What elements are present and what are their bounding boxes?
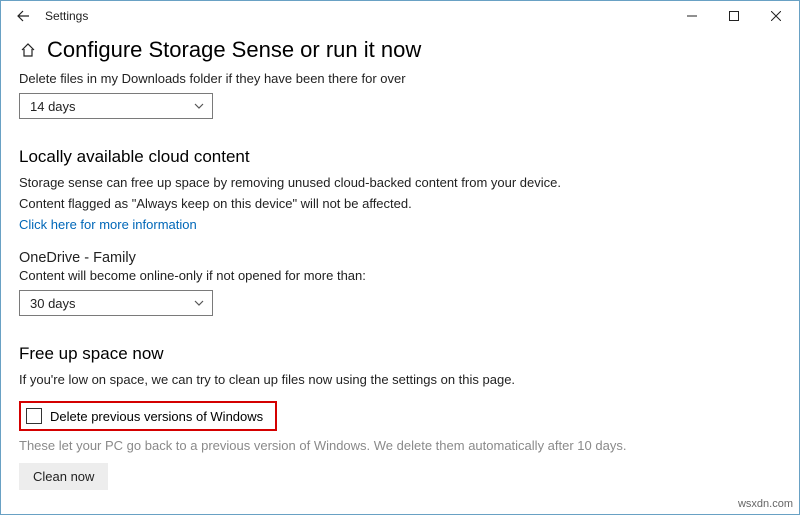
window-controls — [671, 1, 797, 31]
freeup-heading: Free up space now — [19, 344, 781, 364]
back-arrow-icon — [15, 8, 31, 24]
close-icon — [771, 11, 781, 21]
chevron-down-icon — [194, 300, 204, 306]
onedrive-text: Content will become online-only if not o… — [19, 268, 781, 283]
freeup-help-text: These let your PC go back to a previous … — [19, 438, 781, 453]
page-title: Configure Storage Sense or run it now — [47, 37, 421, 63]
titlebar: Settings — [1, 1, 799, 31]
close-button[interactable] — [755, 1, 797, 31]
onedrive-dropdown-value: 30 days — [30, 296, 76, 311]
freeup-text: If you're low on space, we can try to cl… — [19, 372, 781, 387]
window-title: Settings — [45, 9, 88, 23]
cloud-text-1: Storage sense can free up space by remov… — [19, 175, 781, 190]
watermark: wsxdn.com — [738, 498, 793, 510]
more-info-link[interactable]: Click here for more information — [19, 217, 781, 232]
downloads-dropdown[interactable]: 14 days — [19, 93, 213, 119]
home-icon[interactable] — [19, 41, 37, 59]
maximize-icon — [729, 11, 739, 21]
delete-previous-versions-checkbox[interactable] — [26, 408, 42, 424]
maximize-button[interactable] — [713, 1, 755, 31]
chevron-down-icon — [194, 103, 204, 109]
content-area: Configure Storage Sense or run it now De… — [1, 31, 799, 490]
cloud-heading: Locally available cloud content — [19, 147, 781, 167]
delete-previous-versions-label: Delete previous versions of Windows — [50, 409, 263, 424]
back-button[interactable] — [11, 4, 35, 28]
minimize-button[interactable] — [671, 1, 713, 31]
onedrive-title: OneDrive - Family — [19, 250, 781, 266]
delete-previous-versions-row[interactable]: Delete previous versions of Windows — [19, 401, 277, 431]
onedrive-dropdown[interactable]: 30 days — [19, 290, 213, 316]
cloud-text-2: Content flagged as "Always keep on this … — [19, 196, 781, 211]
clean-now-button[interactable]: Clean now — [19, 463, 108, 490]
minimize-icon — [687, 11, 697, 21]
downloads-dropdown-value: 14 days — [30, 99, 76, 114]
heading-row: Configure Storage Sense or run it now — [19, 37, 781, 63]
downloads-label: Delete files in my Downloads folder if t… — [19, 71, 781, 86]
